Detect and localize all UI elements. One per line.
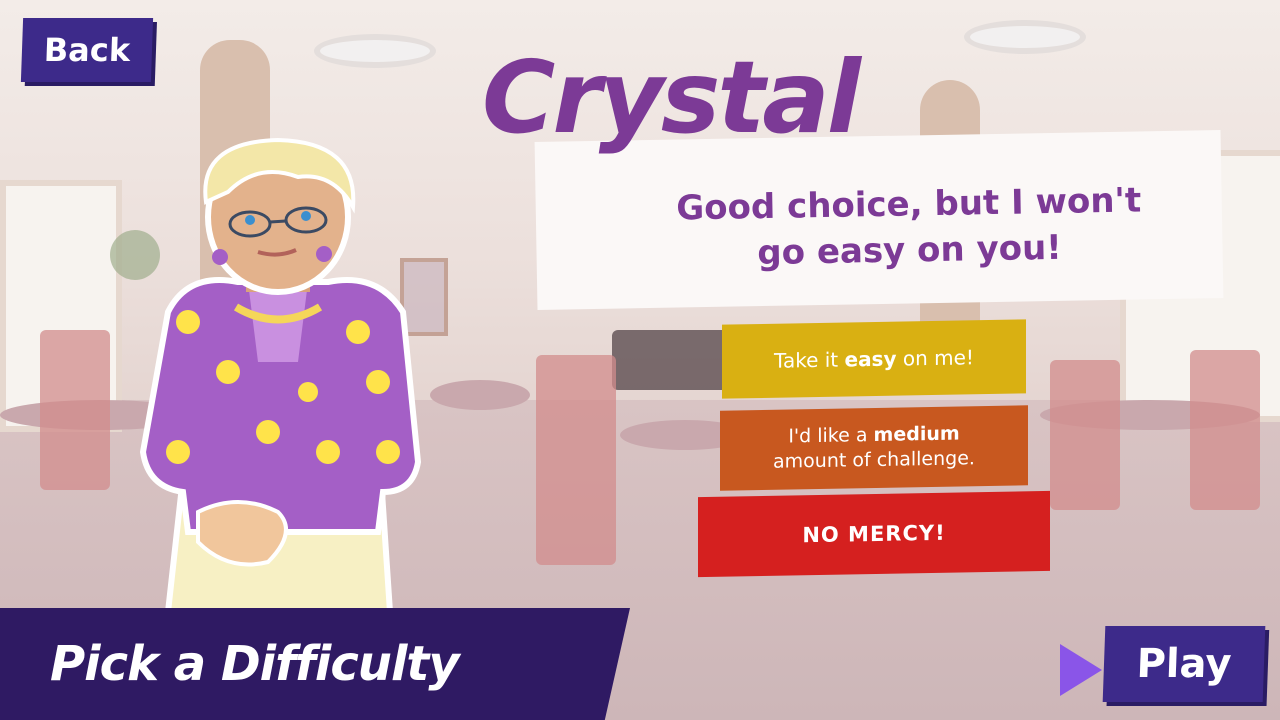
difficulty-hard-button[interactable]: NO MERCY! bbox=[698, 490, 1050, 578]
character-name: Crystal bbox=[482, 39, 861, 156]
play-button-label: Play bbox=[1135, 641, 1233, 687]
play-button[interactable]: Play bbox=[1102, 626, 1266, 702]
character-portrait bbox=[139, 137, 422, 612]
footer-title: Pick a Difficulty bbox=[50, 636, 460, 692]
difficulty-easy-button[interactable]: Take it easy on me! bbox=[722, 319, 1026, 399]
scene-chair bbox=[40, 330, 110, 490]
ceiling-lamp bbox=[970, 26, 1080, 48]
difficulty-medium-button[interactable]: I'd like a medium amount of challenge. bbox=[720, 405, 1028, 491]
ceiling-lamp bbox=[320, 40, 430, 62]
play-arrow-icon[interactable] bbox=[1060, 644, 1102, 696]
footer-title-banner: Pick a Difficulty bbox=[0, 608, 630, 720]
back-button[interactable]: Back bbox=[20, 18, 154, 82]
difficulty-medium-line2: amount of challenge. bbox=[773, 447, 975, 473]
difficulty-medium-bold: medium bbox=[873, 422, 960, 447]
scene-chair bbox=[536, 355, 616, 565]
difficulty-easy-prefix: Take it bbox=[774, 347, 845, 373]
difficulty-medium-prefix: I'd like a bbox=[788, 424, 874, 448]
speech-panel: Good choice, but I won't go easy on you! bbox=[534, 130, 1224, 310]
scene-chair bbox=[1190, 350, 1260, 510]
speech-text: Good choice, but I won't go easy on you! bbox=[675, 180, 1142, 274]
difficulty-hard-label: NO MERCY! bbox=[802, 520, 946, 548]
scene-chair bbox=[1050, 360, 1120, 510]
back-button-label: Back bbox=[43, 31, 131, 69]
difficulty-easy-suffix: on me! bbox=[896, 345, 974, 371]
scene-table bbox=[430, 380, 530, 410]
difficulty-medium-label: I'd like a medium amount of challenge. bbox=[773, 422, 975, 475]
difficulty-easy-bold: easy bbox=[844, 346, 897, 372]
difficulty-easy-label: Take it easy on me! bbox=[774, 345, 974, 372]
